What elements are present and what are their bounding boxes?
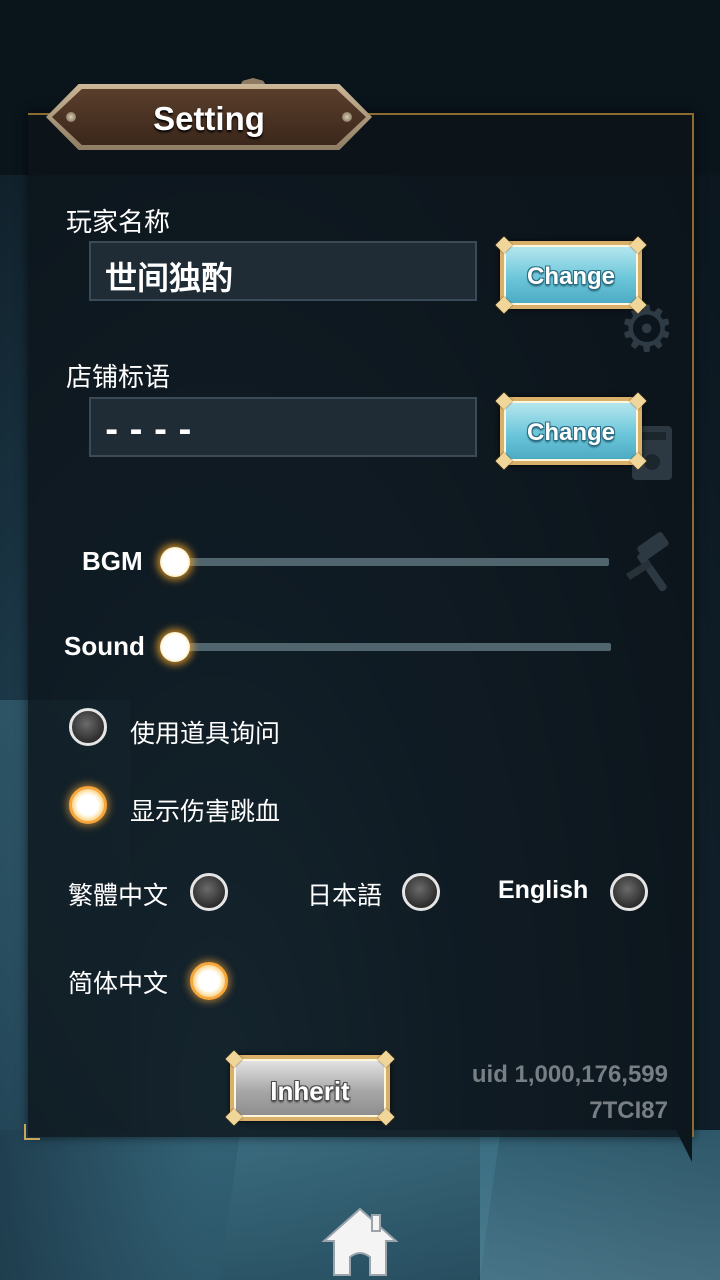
damage-numbers-label: 显示伤害跳血 [130,797,281,826]
sound-label: Sound [64,631,145,661]
panel-tail [676,1130,692,1162]
change-shop-slogan-button[interactable]: Change [495,392,647,470]
language-traditional-radio[interactable] [190,873,228,911]
shop-slogan-field[interactable]: - - - - [89,397,477,457]
item-confirm-label: 使用道具询问 [130,719,281,748]
hammer-icon [626,532,669,592]
shop-slogan-label: 店铺标语 [66,363,171,393]
home-icon[interactable] [320,1205,400,1277]
item-confirm-toggle[interactable] [69,708,107,746]
change-player-name-button[interactable]: Change [495,236,647,314]
player-name-value: 世间独酌 [105,259,234,297]
language-japanese-radio[interactable] [402,873,440,911]
language-japanese-label: 日本語 [307,881,383,910]
inherit-button[interactable]: Inherit [225,1050,395,1126]
language-simplified-radio[interactable] [190,962,228,1000]
language-english-label: English [498,876,589,904]
account-code: 7TCI87 [589,1097,668,1124]
sound-slider-track[interactable] [175,643,611,651]
damage-numbers-toggle[interactable] [69,786,107,824]
bgm-slider-track[interactable] [175,558,609,566]
shop-slogan-value: - - - - [105,411,192,449]
sound-slider-knob[interactable] [160,632,190,662]
panel-corner-ornament [24,1124,40,1140]
inherit-button-label: Inherit [270,1076,350,1106]
bgm-slider-knob[interactable] [160,547,190,577]
dialog-title: Setting [153,100,265,137]
title-plate: Setting [46,78,372,150]
uid-text: uid 1,000,176,599 [471,1061,668,1088]
language-traditional-label: 繁體中文 [68,881,169,910]
language-simplified-label: 简体中文 [68,969,169,998]
language-english-radio[interactable] [610,873,648,911]
bgm-label: BGM [82,546,143,576]
player-name-field[interactable]: 世间独酌 [89,241,477,301]
player-name-label: 玩家名称 [66,208,171,238]
change-button-label: Change [526,263,615,290]
change-button-label: Change [526,419,615,446]
